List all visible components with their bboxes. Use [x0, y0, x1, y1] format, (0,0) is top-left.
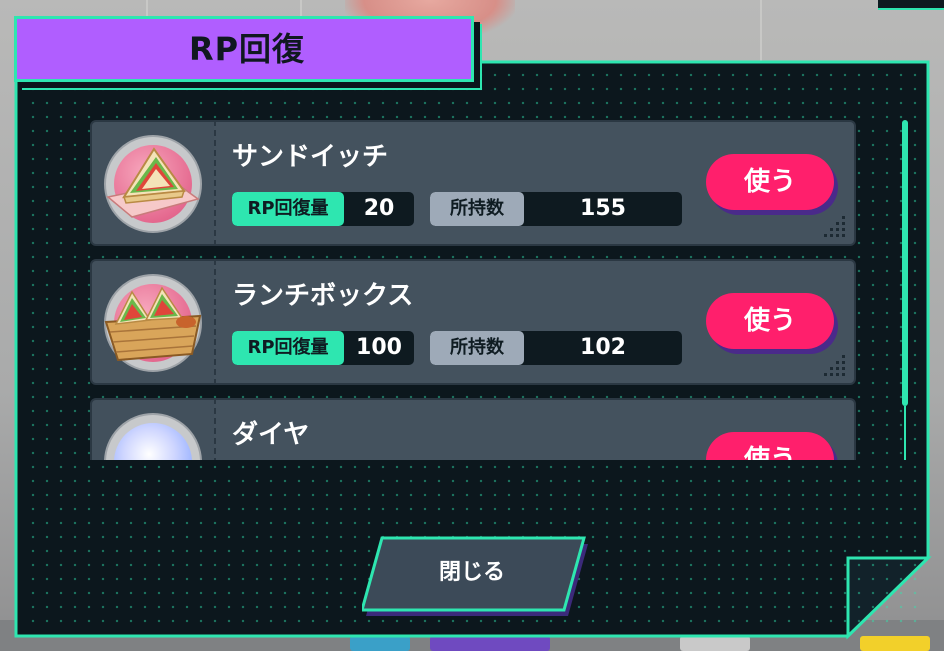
item-icon-ring [104, 135, 202, 233]
use-button[interactable]: 使う [706, 154, 834, 210]
owned-count-label: 所持数 [430, 192, 524, 226]
dialog-title: RP回復 [188, 30, 306, 68]
item-icon-cell [90, 120, 216, 246]
list-scrollbar[interactable] [902, 120, 908, 460]
item-icon-cell [90, 259, 216, 385]
owned-count-stat: 所持数 155 [430, 192, 682, 226]
item-icon-cell [90, 398, 216, 460]
rp-recovery-value: 100 [356, 335, 402, 360]
owned-count-value: 102 [580, 335, 626, 360]
scrollbar-track-line [904, 406, 906, 460]
use-button[interactable]: 使う [706, 293, 834, 349]
item-info-cell: サンドイッチ RP回復量 20 所持数 155 使う [214, 120, 856, 246]
diamond-icon [114, 423, 192, 460]
item-name: ダイヤ [232, 420, 310, 450]
close-button[interactable]: 閉じる [362, 536, 588, 616]
rp-recovery-label: RP回復量 [232, 331, 344, 365]
item-name: サンドイッチ [232, 142, 389, 172]
list-item-sandwich: サンドイッチ RP回復量 20 所持数 155 使う [90, 120, 856, 248]
item-info-cell: ダイヤ 使う [214, 398, 856, 460]
item-list[interactable]: サンドイッチ RP回復量 20 所持数 155 使う ランチボックス RP回復量… [90, 120, 860, 460]
rp-recovery-stat: RP回復量 100 [232, 331, 414, 365]
corner-dots-decoration [824, 355, 845, 376]
use-button[interactable]: 使う [706, 432, 834, 460]
lunchbox-icon [104, 286, 202, 362]
item-icon-ring [104, 274, 202, 372]
list-item-lunchbox: ランチボックス RP回復量 100 所持数 102 使う [90, 259, 856, 387]
sandwich-icon [106, 147, 200, 218]
title-tab: RP回復 [14, 16, 474, 82]
rp-recovery-value: 20 [363, 196, 395, 221]
item-info-cell: ランチボックス RP回復量 100 所持数 102 使う [214, 259, 856, 385]
item-icon-ring [104, 413, 202, 460]
list-item-diamond: ダイヤ 使う [90, 398, 856, 460]
rp-recovery-label: RP回復量 [232, 192, 344, 226]
item-name: ランチボックス [232, 281, 414, 311]
owned-count-label: 所持数 [430, 331, 524, 365]
background-hud-bar [878, 0, 944, 10]
rp-recovery-stat: RP回復量 20 [232, 192, 414, 226]
owned-count-value: 155 [580, 196, 626, 221]
close-button-label: 閉じる [438, 560, 505, 585]
owned-count-stat: 所持数 102 [430, 331, 682, 365]
corner-dots-decoration [824, 216, 845, 237]
scrollbar-thumb[interactable] [902, 120, 908, 406]
